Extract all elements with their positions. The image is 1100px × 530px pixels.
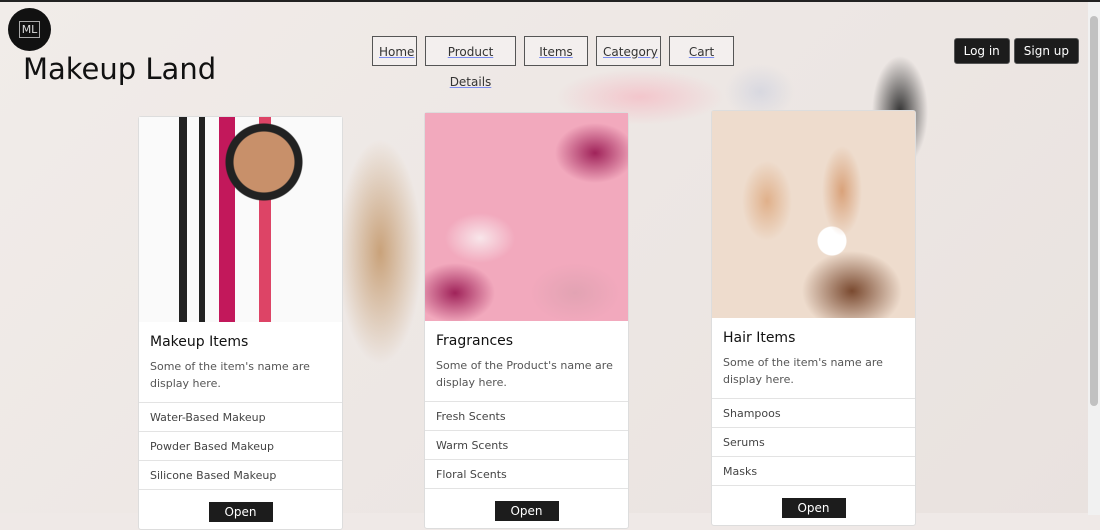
open-button[interactable]: Open: [781, 498, 846, 518]
nav-product-details[interactable]: Product Details: [425, 36, 516, 89]
card-fragrances: Fragrances Some of the Product's name are…: [424, 112, 629, 529]
list-item: Warm Scents: [425, 430, 628, 459]
open-button[interactable]: Open: [494, 501, 559, 521]
list-item: Masks: [712, 456, 915, 485]
scrollbar-thumb[interactable]: [1090, 16, 1098, 406]
fragrances-image: [425, 113, 628, 321]
list-item: Silicone Based Makeup: [139, 460, 342, 489]
logo[interactable]: ML: [8, 8, 51, 51]
list-item: Water-Based Makeup: [139, 402, 342, 431]
card-title: Makeup Items: [150, 334, 249, 350]
hair-image: [712, 111, 915, 318]
list-item: Fresh Scents: [425, 401, 628, 430]
nav-category[interactable]: Category: [596, 36, 661, 66]
card-desc: Some of the item's name are display here…: [150, 360, 310, 390]
open-button[interactable]: Open: [208, 502, 273, 522]
makeup-image: [139, 117, 342, 322]
card-hair: Hair Items Some of the item's name are di…: [711, 110, 916, 526]
nav-home[interactable]: Home: [372, 36, 417, 66]
list-item: Powder Based Makeup: [139, 431, 342, 460]
main-nav: Home Product Details Items Category Cart: [372, 36, 734, 89]
card-title: Hair Items: [723, 330, 796, 346]
nav-cart[interactable]: Cart: [669, 36, 734, 66]
scrollbar[interactable]: [1088, 2, 1100, 515]
nav-items[interactable]: Items: [524, 36, 588, 66]
list-item: Serums: [712, 427, 915, 456]
site-title: Makeup Land: [23, 52, 217, 86]
card-desc: Some of the Product's name are display h…: [436, 359, 613, 389]
card-desc: Some of the item's name are display here…: [723, 356, 883, 386]
list-item: Floral Scents: [425, 459, 628, 488]
signup-button[interactable]: Sign up: [1013, 38, 1079, 64]
card-makeup: Makeup Items Some of the item's name are …: [138, 116, 343, 530]
login-button[interactable]: Log in: [953, 38, 1010, 64]
list-item: Shampoos: [712, 398, 915, 427]
card-title: Fragrances: [436, 333, 514, 349]
